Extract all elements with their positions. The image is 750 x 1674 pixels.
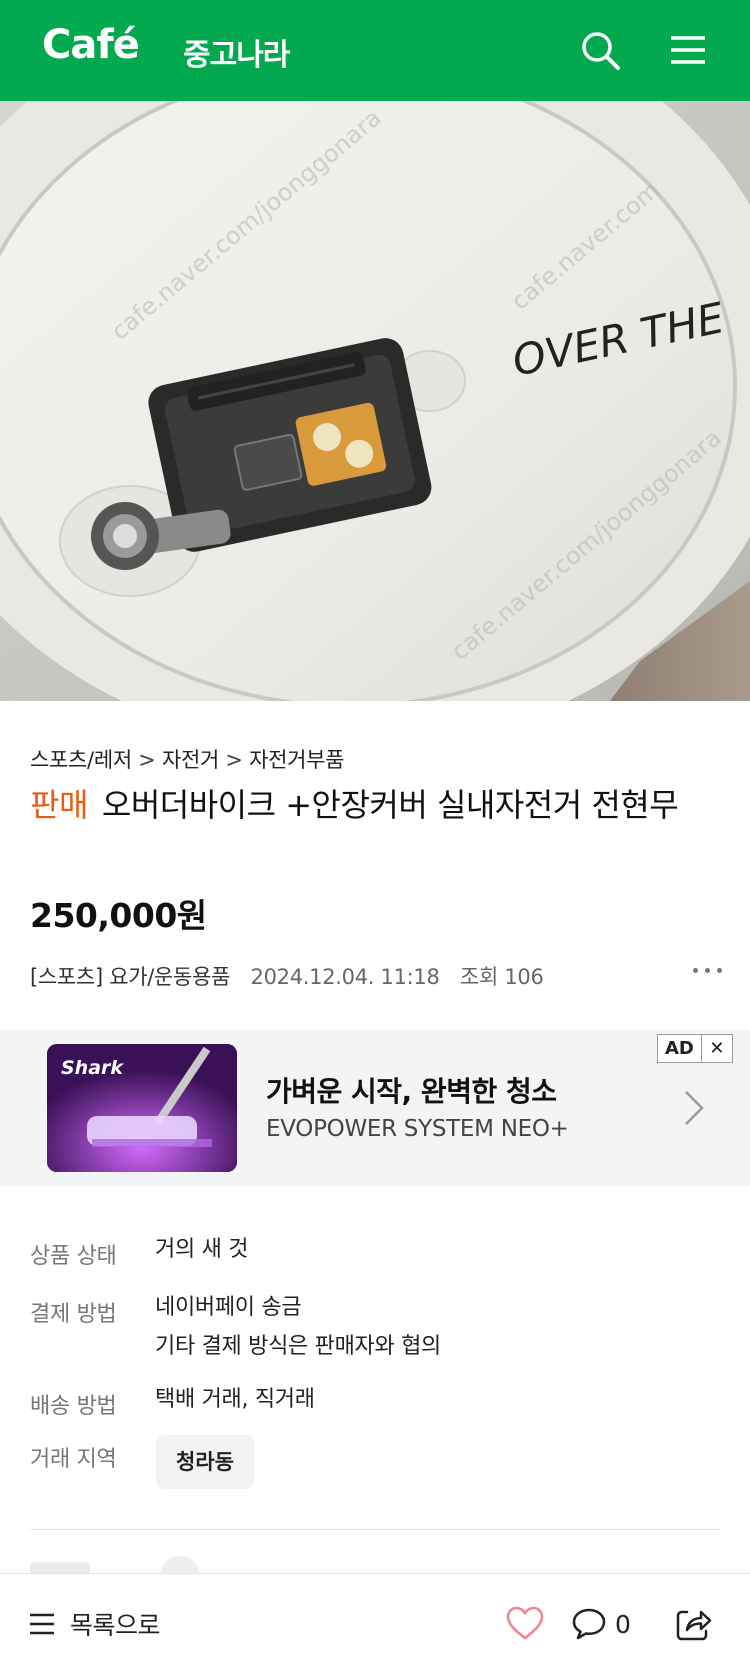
divider: [30, 1529, 720, 1530]
sale-status-badge: 판매: [30, 786, 88, 824]
ad-banner[interactable]: Shark 가벼운 시작, 완벽한 청소 EVOPOWER SYSTEM NEO…: [0, 1030, 750, 1186]
ad-subline[interactable]: EVOPOWER SYSTEM NEO+: [266, 1116, 569, 1142]
region-chip[interactable]: 청라동: [156, 1435, 254, 1489]
hamburger-icon: [30, 1613, 54, 1635]
breadcrumb-item-bicycle-parts[interactable]: 자전거부품: [249, 748, 344, 772]
ad-close-icon[interactable]: ✕: [702, 1035, 732, 1062]
post-date: 2024.12.04. 11:18: [250, 965, 440, 989]
cafe-logo[interactable]: Café: [42, 22, 140, 68]
post-title-text: 오버더바이크 +안장커버 실내자전거 전현무: [101, 786, 679, 824]
comment-count: 0: [615, 1609, 631, 1639]
info-label: 거래 지역: [30, 1447, 117, 1472]
info-value: 거의 새 것: [155, 1237, 249, 1262]
ad-thumbnail[interactable]: Shark: [47, 1044, 237, 1172]
breadcrumb-item-sports[interactable]: 스포츠/레저: [30, 748, 132, 772]
ad-brand-text: Shark: [61, 1057, 124, 1079]
product-photo[interactable]: OVER THE cafe.naver.com/joonggonara cafe…: [0, 101, 750, 701]
ad-headline[interactable]: 가벼운 시작, 완벽한 청소: [266, 1070, 557, 1110]
info-value: 택배 거래, 직거래: [155, 1387, 315, 1412]
search-icon[interactable]: [576, 26, 624, 74]
cafe-name[interactable]: 중고나라: [183, 30, 290, 74]
board-name[interactable]: [스포츠] 요가/운동용품: [30, 965, 230, 989]
breadcrumb-separator: >: [225, 748, 243, 772]
info-label: 배송 방법: [30, 1394, 117, 1419]
info-value: 네이버페이 송금: [155, 1295, 302, 1320]
back-to-list-label: 목록으로: [70, 1611, 161, 1640]
comment-icon: [572, 1608, 606, 1640]
post-title: 판매 오버더바이크 +안장커버 실내자전거 전현무: [30, 780, 720, 830]
info-label: 상품 상태: [30, 1244, 117, 1269]
view-count: 조회 106: [459, 965, 544, 989]
breadcrumb-item-bicycle[interactable]: 자전거: [162, 748, 219, 772]
ad-label: AD: [658, 1035, 702, 1062]
heart-icon[interactable]: [505, 1604, 545, 1644]
breadcrumb: 스포츠/레저 > 자전거 > 자전거부품: [30, 744, 345, 774]
breadcrumb-separator: >: [138, 748, 156, 772]
back-to-list-button[interactable]: 목록으로: [28, 1604, 161, 1644]
info-value: 기타 결제 방식은 판매자와 협의: [155, 1334, 441, 1359]
top-bar: Café 중고나라: [0, 0, 750, 101]
menu-icon[interactable]: [664, 26, 712, 74]
more-options-button[interactable]: [690, 960, 726, 984]
info-label: 결제 방법: [30, 1302, 117, 1327]
post-meta: [스포츠] 요가/운동용품 2024.12.04. 11:18 조회 106: [30, 961, 544, 991]
bottom-action-bar: 목록으로 0: [0, 1573, 750, 1674]
share-icon[interactable]: [673, 1604, 713, 1644]
comment-button[interactable]: 0: [571, 1604, 631, 1644]
ad-badge: AD ✕: [657, 1034, 733, 1063]
chevron-right-icon[interactable]: [680, 1088, 708, 1128]
price: 250,000원: [30, 896, 207, 935]
